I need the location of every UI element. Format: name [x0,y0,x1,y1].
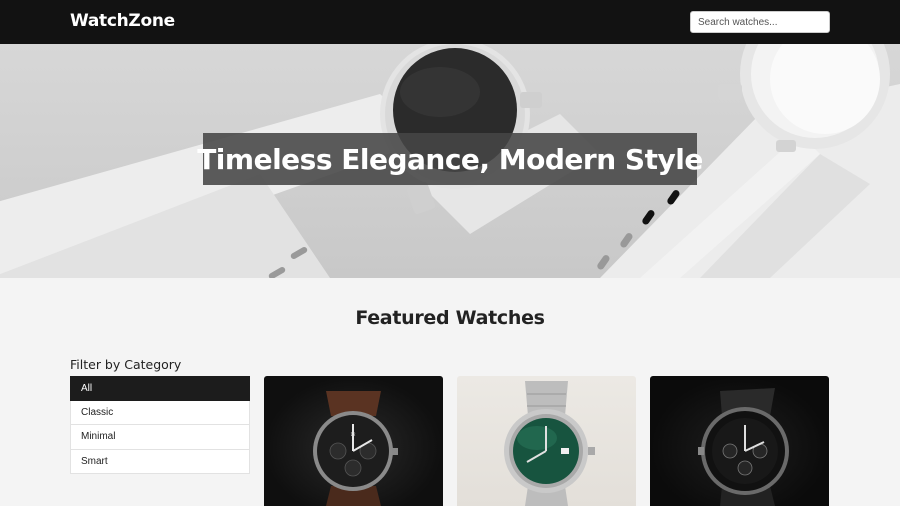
site-logo[interactable]: WatchZone [70,11,175,31]
filter-title: Filter by Category [70,357,182,372]
hero-title-box: Timeless Elegance, Modern Style [197,133,703,185]
filter-item-smart[interactable]: Smart [70,449,250,474]
category-filter-list: All Classic Minimal Smart [70,376,250,474]
featured-section-title: Featured Watches [355,307,545,329]
pilot-chronograph-watch-image: 12 [313,391,398,506]
product-card[interactable] [457,376,636,506]
svg-text:12: 12 [350,432,356,437]
hero-banner: Timeless Elegance, Modern Style [0,44,900,278]
black-chronograph-watch-image [698,388,789,506]
product-card[interactable]: 12 [264,376,443,506]
filter-item-classic[interactable]: Classic [70,400,250,425]
green-dial-steel-watch-image [504,381,595,506]
hero-title: Timeless Elegance, Modern Style [197,142,703,176]
product-card[interactable] [650,376,829,506]
filter-item-all[interactable]: All [70,376,250,401]
filter-item-minimal[interactable]: Minimal [70,425,250,450]
search-input[interactable] [690,11,830,33]
top-navbar: WatchZone [0,0,900,44]
